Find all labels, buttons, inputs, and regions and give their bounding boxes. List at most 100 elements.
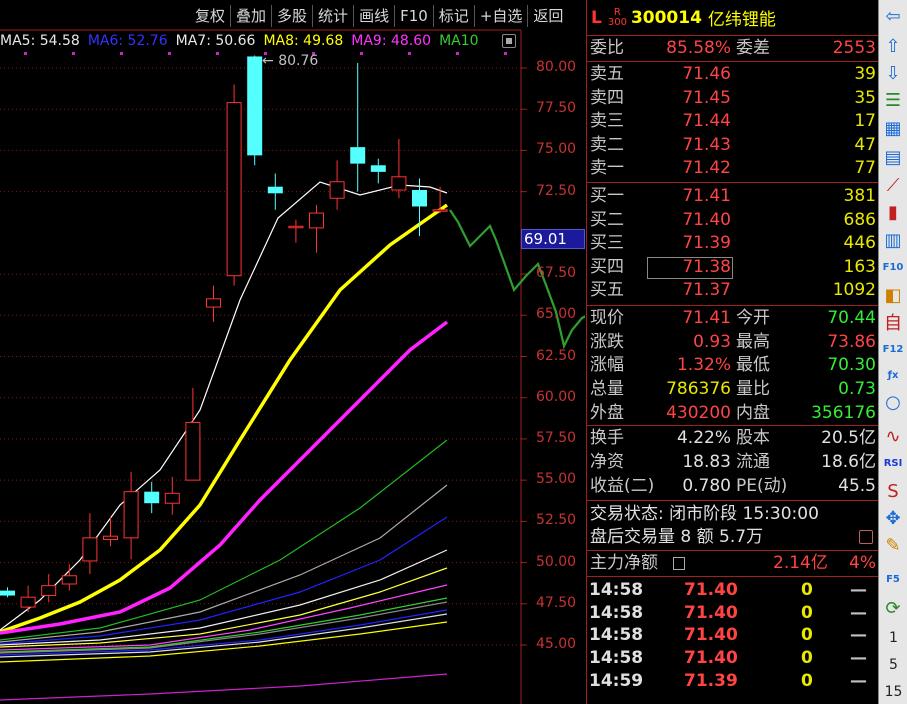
candle-chart-icon[interactable]: ▮ <box>882 201 904 223</box>
tick-time: 14:58 <box>589 648 644 669</box>
sell-level-row[interactable]: 卖四 71.45 35 <box>587 87 879 110</box>
sell-level-label: 卖三 <box>590 111 624 131</box>
pen-icon[interactable]: ✎ <box>882 534 904 556</box>
candle-body <box>288 225 304 229</box>
after-hours-row: 盘后交易量 8 额 5.7万 <box>587 526 879 549</box>
candle-body <box>123 491 139 539</box>
stat-label: 量比 <box>736 379 770 400</box>
sell-level-price: 71.44 <box>682 111 731 131</box>
main-flow-label: 主力净额 <box>590 553 658 573</box>
move-icon[interactable]: ✥ <box>882 507 904 529</box>
buy-level-row[interactable]: 买三 71.39 446 <box>587 232 879 255</box>
tick-row[interactable]: 14:58 71.40 0 — <box>587 624 879 647</box>
tick-price: 71.40 <box>684 625 738 646</box>
stat-value: 70.44 <box>827 308 876 328</box>
tick-direction: — <box>850 602 867 623</box>
buy-level-row[interactable]: 买二 71.40 686 <box>587 209 879 232</box>
marker-dot <box>24 52 27 55</box>
compare-icon[interactable]: ◧ <box>882 284 904 306</box>
sell-level-row[interactable]: 卖三 71.44 17 <box>587 110 879 133</box>
y-tick-label: 50.00 <box>536 553 577 570</box>
f12-icon[interactable]: F12 <box>882 338 904 360</box>
restore-rights-button[interactable]: 复权 <box>190 5 230 27</box>
ma7-label: MA7: 50.66 <box>175 33 256 49</box>
wave-icon[interactable]: ∿ <box>882 425 904 447</box>
period-button-5[interactable]: 5 <box>879 657 907 673</box>
arrow-up-icon[interactable]: ⇧ <box>882 35 904 57</box>
sell-level-volume: 17 <box>854 111 876 131</box>
fundamental-value: 18.83 <box>682 452 731 472</box>
tick-time: 14:59 <box>589 670 644 691</box>
stock-header: L R 300 300014 亿纬锂能 <box>587 0 878 36</box>
formula-icon[interactable]: ƒx <box>882 364 904 386</box>
kline-svg[interactable] <box>0 0 585 704</box>
buy-level-volume: 381 <box>843 186 876 206</box>
candle-body <box>247 56 263 156</box>
grid-icon[interactable]: ▤ <box>882 146 904 168</box>
y-tick-label: 72.50 <box>536 182 577 199</box>
sell-level-price: 71.43 <box>682 134 731 155</box>
kline-chart[interactable]: 复权 叠加 多股 统计 画线 F10 标记 +自选 返回 MA5: 54.58 … <box>0 0 585 704</box>
list-icon[interactable]: ☰ <box>882 89 904 111</box>
fundamental-label: 换手 <box>590 428 624 448</box>
buy-level-price: 71.38 <box>682 256 731 277</box>
f10-icon[interactable]: F10 <box>882 256 904 278</box>
tick-row[interactable]: 14:58 71.40 0 — <box>587 579 879 602</box>
buy-level-row[interactable]: 买四 71.38 163 <box>587 256 879 279</box>
tick-row[interactable]: 14:58 71.40 0 — <box>587 647 879 670</box>
block-icon[interactable]: ▥ <box>882 229 904 251</box>
statistics-button[interactable]: 统计 <box>312 5 353 27</box>
y-tick-label: 75.00 <box>536 141 577 158</box>
back-button[interactable]: 返回 <box>527 5 568 27</box>
stat-label: 内盘 <box>736 402 770 423</box>
arrow-left-icon[interactable]: ⇦ <box>882 5 904 27</box>
fundamental-row: 收益(二) 0.780 PE(动) 45.5 <box>587 475 879 498</box>
sell-level-volume: 39 <box>854 64 876 84</box>
table-icon[interactable]: ▦ <box>882 117 904 139</box>
add-favorite-button[interactable]: +自选 <box>473 5 528 27</box>
stat-row: 现价 71.41 今开 70.44 <box>587 307 879 330</box>
buy-level-row[interactable]: 买五 71.37 1092 <box>587 279 879 302</box>
arrow-down-icon[interactable]: ⇩ <box>882 62 904 84</box>
period-button-1[interactable]: 1 <box>879 630 907 646</box>
ma-settings-button[interactable] <box>502 34 516 48</box>
trend-chart-icon[interactable]: ⟋ <box>882 174 904 196</box>
buy-level-row[interactable]: 买一 71.41 381 <box>587 185 879 208</box>
sell-level-row[interactable]: 卖二 71.43 47 <box>587 134 879 157</box>
overlay-button[interactable]: 叠加 <box>230 5 271 27</box>
draw-line-button[interactable]: 画线 <box>353 5 394 27</box>
circle-icon[interactable]: ○ <box>882 391 904 413</box>
main-flow-row[interactable]: 主力净额 2.14亿 4% <box>587 552 879 575</box>
main-flow-list-icon[interactable] <box>673 557 685 570</box>
f5-icon[interactable]: F5 <box>882 568 904 590</box>
fundamental-value: 45.5 <box>838 476 876 496</box>
divider <box>587 305 879 306</box>
multi-stock-button[interactable]: 多股 <box>271 5 312 27</box>
candle-body <box>370 165 386 172</box>
tick-time: 14:58 <box>589 580 644 600</box>
ma8-label: MA8: 49.68 <box>263 33 344 49</box>
self-select-icon[interactable]: 自 <box>882 311 904 334</box>
buy-level-volume: 163 <box>843 256 876 277</box>
divider <box>587 425 879 426</box>
sell-level-row[interactable]: 卖五 71.46 39 <box>587 63 879 86</box>
weibi-row: 委比 85.58% 委差 2553 <box>587 37 879 60</box>
stat-value: 1.32% <box>676 355 731 376</box>
sell-level-row[interactable]: 卖一 71.42 77 <box>587 157 879 180</box>
ss-icon[interactable]: S <box>882 480 904 502</box>
buy-level-price: 71.40 <box>682 209 731 230</box>
f10-button[interactable]: F10 <box>394 5 433 27</box>
tick-row[interactable]: 14:59 71.39 0 — <box>587 670 879 693</box>
board-badge-sub: 300 <box>607 16 627 28</box>
sell-level-price: 71.46 <box>682 64 731 84</box>
candle-body <box>391 176 407 191</box>
refresh-icon[interactable]: ⟳ <box>882 597 904 619</box>
period-button-15[interactable]: 15 <box>879 684 907 700</box>
candle-body <box>185 421 201 481</box>
tick-row[interactable]: 14:58 71.40 0 — <box>587 602 879 625</box>
buy-level-volume: 446 <box>843 233 876 253</box>
rsi-icon[interactable]: RSI <box>882 452 904 474</box>
y-tick-label: 55.00 <box>536 471 577 488</box>
after-hours-chart-icon[interactable] <box>859 530 873 544</box>
mark-button[interactable]: 标记 <box>432 5 474 27</box>
